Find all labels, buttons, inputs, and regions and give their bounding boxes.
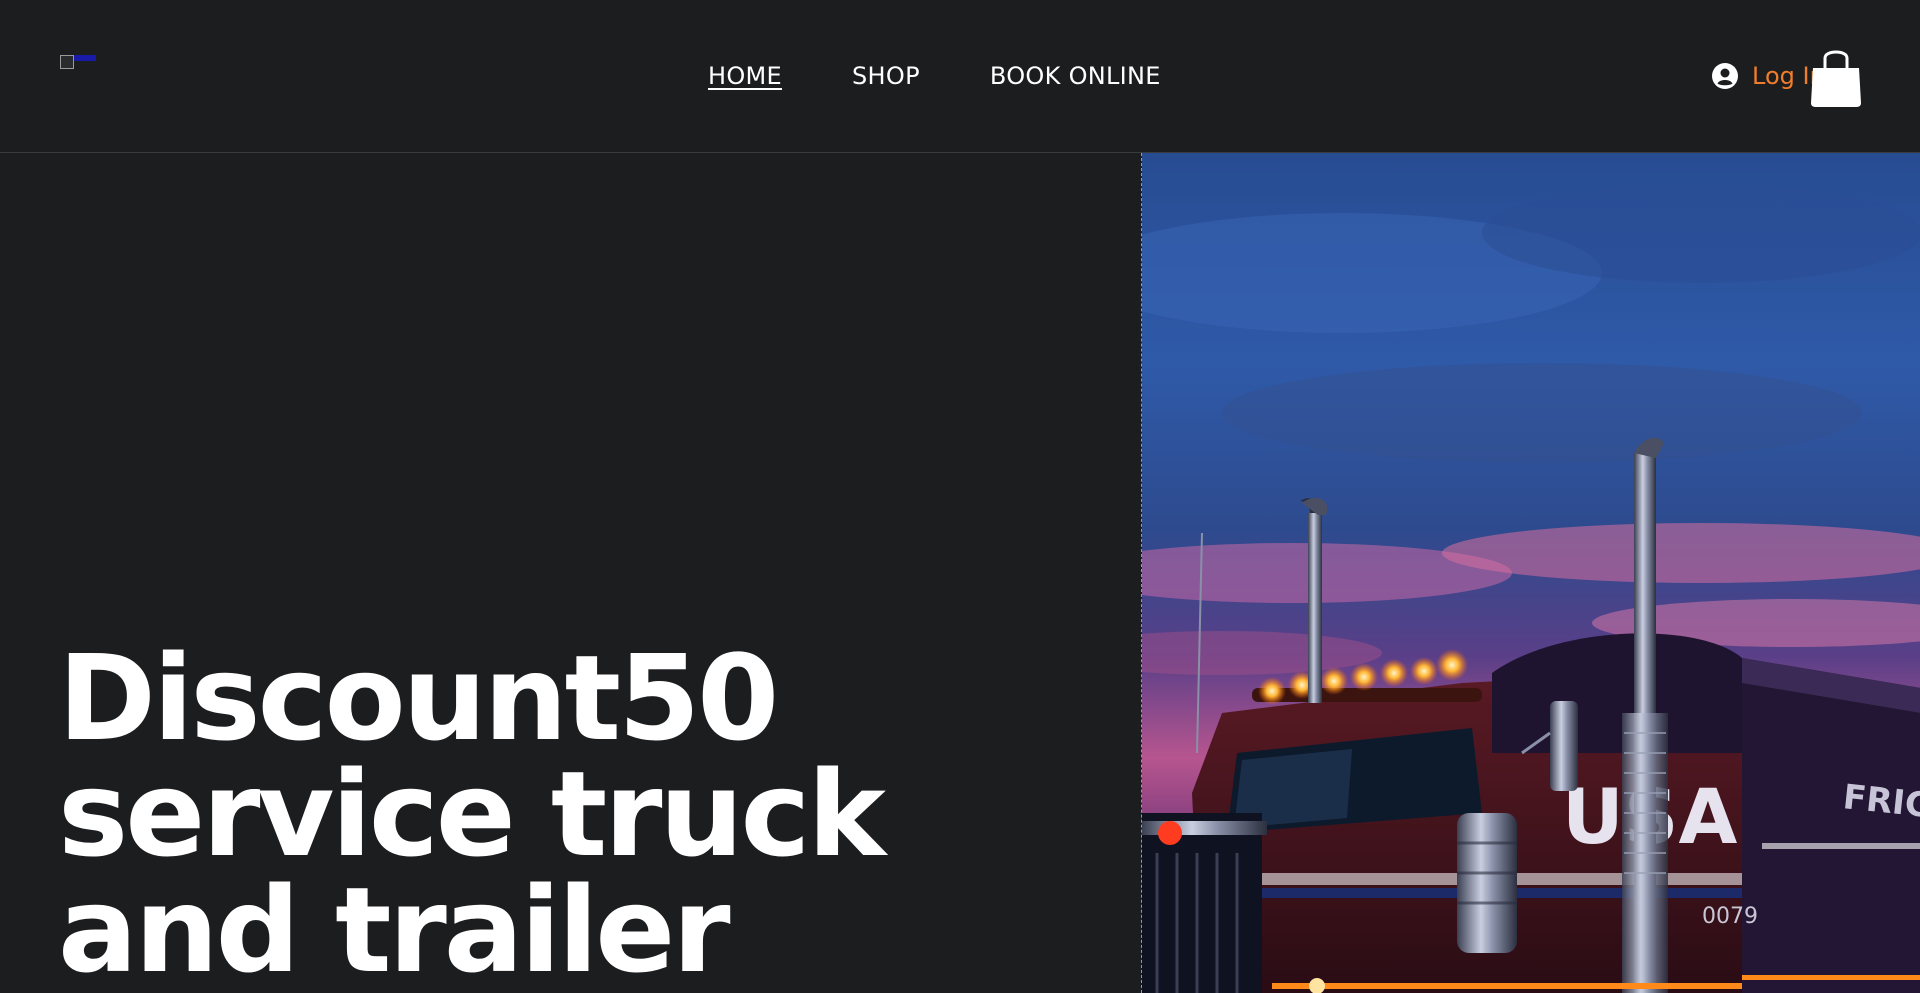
truck-photo-icon: FRIGHTLINE USA 0079	[1142, 153, 1920, 993]
nav-item-book-online[interactable]: BOOK ONLINE	[990, 60, 1161, 92]
hero-headline-line-2: service truck	[58, 745, 886, 883]
nav-item-shop[interactable]: SHOP	[852, 60, 920, 92]
hero-headline: Discount50 service truck and trailer	[58, 629, 1118, 993]
main-nav: HOME SHOP BOOK ONLINE	[708, 60, 1161, 92]
logo-alt-text	[74, 55, 96, 61]
login-button[interactable]: Log In	[1712, 58, 1825, 94]
nav-item-home[interactable]: HOME	[708, 60, 782, 92]
hero-headline-line-1: Discount50	[58, 629, 779, 767]
page: HOME SHOP BOOK ONLINE Log In Discount50 …	[0, 0, 1920, 993]
hero-truck-image: FRIGHTLINE USA 0079	[1141, 153, 1920, 993]
cab-number-text: 0079	[1702, 904, 1758, 929]
shopping-bag-icon[interactable]	[1810, 44, 1862, 108]
user-avatar-icon	[1712, 63, 1738, 89]
hero-headline-line-3: and trailer	[58, 861, 731, 993]
site-logo[interactable]	[60, 55, 96, 71]
site-header: HOME SHOP BOOK ONLINE Log In	[0, 0, 1920, 153]
broken-image-icon	[60, 55, 74, 69]
